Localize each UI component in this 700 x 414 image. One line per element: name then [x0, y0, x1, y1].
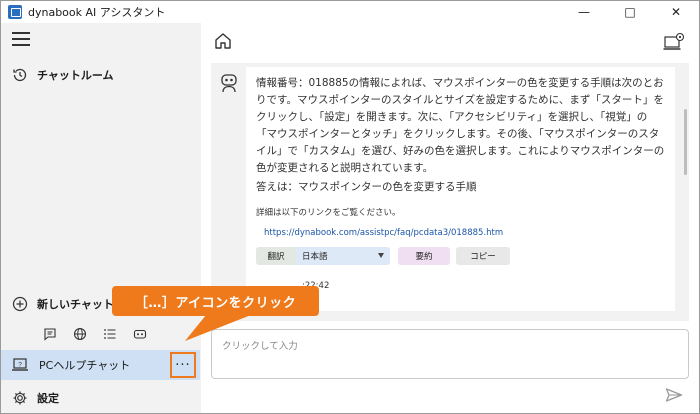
message-body: 情報番号：018885の情報によれば、マウスポインターの色を変更する手順は次のと… [256, 77, 665, 174]
hamburger-menu-icon[interactable] [12, 32, 30, 46]
minimize-button[interactable]: — [561, 1, 607, 23]
faq-link[interactable]: https://dynabook.com/assistpc/faq/pcdata… [264, 228, 661, 238]
plus-circle-icon [11, 295, 29, 313]
sidebar: チャットルーム 新しいチャットルーム ? PCヘルプチャット ··· 設定 [1, 23, 201, 413]
detail-note: 詳細は以下のリンクをご覧ください。 [256, 208, 401, 218]
globe-icon[interactable] [71, 325, 89, 343]
close-button[interactable]: ✕ [653, 1, 699, 23]
language-value: 日本語 [302, 252, 328, 262]
copy-button[interactable]: コピー [456, 247, 510, 265]
more-options-button[interactable]: ··· [170, 352, 196, 378]
home-icon[interactable] [213, 32, 233, 50]
chat-icon[interactable] [41, 325, 59, 343]
svg-text:?: ? [18, 362, 22, 369]
chat-history-area[interactable]: 情報番号：018885の情報によれば、マウスポインターの色を変更する手順は次のと… [211, 63, 689, 321]
laptop-help-icon: ? [11, 356, 29, 374]
maximize-button[interactable]: □ [607, 1, 653, 23]
assistant-avatar-icon [219, 72, 239, 94]
title-bar: dynabook AI アシスタント — □ ✕ [1, 1, 699, 23]
window-title: dynabook AI アシスタント [28, 6, 166, 19]
list-icon[interactable] [101, 325, 119, 343]
window-controls: — □ ✕ [561, 1, 699, 23]
message-answer: 答えは：マウスポインターの色を変更する手順 [256, 181, 477, 193]
translate-button[interactable]: 翻訳 [256, 247, 296, 265]
chat-scrollbar[interactable] [684, 109, 687, 175]
app-window: dynabook AI アシスタント — □ ✕ チャットルーム 新しいチャット… [0, 0, 700, 414]
instruction-callout: ［…］アイコンをクリック [112, 286, 319, 316]
pc-settings-icon[interactable] [663, 32, 685, 52]
history-icon [11, 66, 29, 84]
main-panel: 情報番号：018885の情報によれば、マウスポインターの色を変更する手順は次のと… [201, 23, 699, 413]
sidebar-item-chatroom-history[interactable]: チャットルーム [1, 62, 201, 88]
sidebar-toolbar [41, 325, 161, 343]
summarize-button[interactable]: 要約 [398, 247, 450, 265]
chevron-down-icon [378, 253, 384, 258]
pc-help-chat-label: PCヘルプチャット [39, 359, 131, 372]
language-select[interactable]: 日本語 [296, 247, 390, 265]
assistant-message: 情報番号：018885の情報によれば、マウスポインターの色を変更する手順は次のと… [246, 67, 675, 311]
app-logo-icon [8, 5, 22, 19]
gear-icon [11, 389, 29, 407]
message-input[interactable]: クリックして入力 [211, 329, 689, 379]
sidebar-item-settings[interactable]: 設定 [1, 385, 201, 411]
sidebar-item-label: チャットルーム [37, 69, 114, 82]
settings-label: 設定 [37, 392, 59, 405]
robot-icon[interactable] [131, 325, 149, 343]
sidebar-item-pc-help-chat[interactable]: ? PCヘルプチャット ··· [1, 350, 200, 380]
send-icon[interactable] [665, 387, 683, 403]
message-actions: 翻訳 日本語 要約 コピー [256, 247, 661, 265]
input-placeholder: クリックして入力 [222, 341, 298, 352]
